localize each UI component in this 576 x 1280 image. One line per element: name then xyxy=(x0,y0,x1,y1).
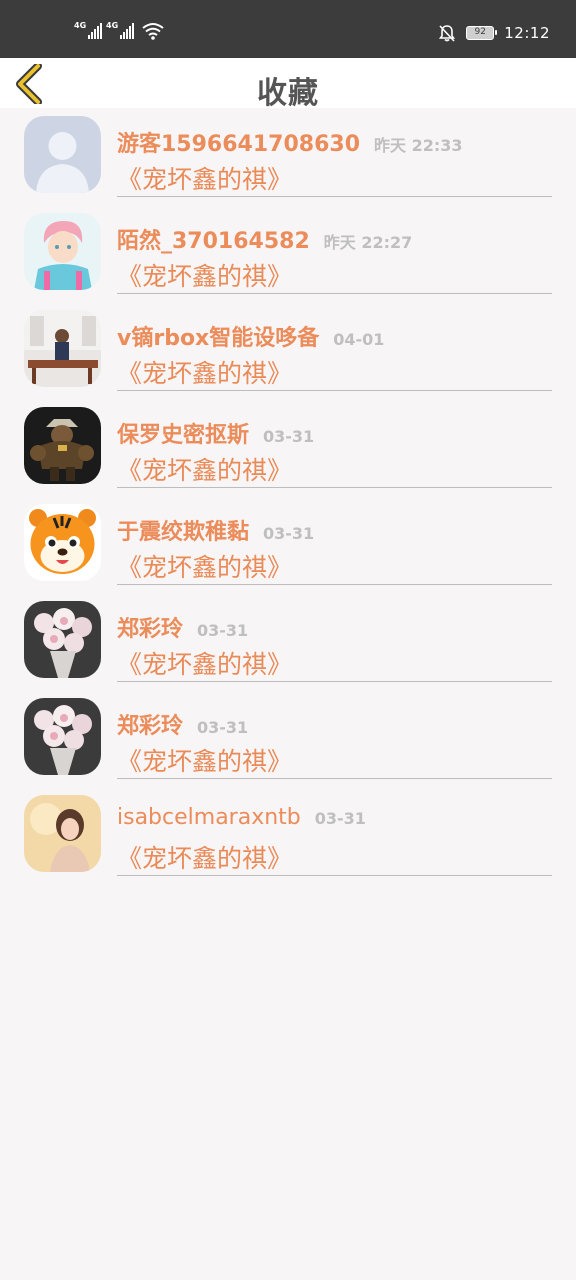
network-type-label: 4G xyxy=(106,21,119,30)
notifications-off-icon xyxy=(439,25,456,42)
avatar[interactable] xyxy=(24,310,101,387)
status-time: 12:12 xyxy=(504,24,550,42)
status-right: 92 12:12 xyxy=(438,24,550,42)
favorites-list: 游客1596641708630 昨天 22:33 《宠坏鑫的祺》 陌然_3701… xyxy=(0,108,576,884)
avatar[interactable] xyxy=(24,795,101,872)
divider xyxy=(117,778,552,779)
timestamp: 昨天 22:33 xyxy=(374,136,463,155)
timestamp: 03-31 xyxy=(263,427,315,446)
battery-indicator: 92 xyxy=(466,26,498,40)
status-bar: 4G 4G 92 12:12 xyxy=(0,0,576,58)
user-name: 于震绞欺稚黏 xyxy=(117,520,250,545)
avatar[interactable] xyxy=(24,407,101,484)
timestamp: 03-31 xyxy=(197,621,249,640)
list-item[interactable]: 游客1596641708630 昨天 22:33 《宠坏鑫的祺》 xyxy=(0,108,576,205)
list-item[interactable]: isabcelmaraxntb 03-31 《宠坏鑫的祺》 xyxy=(0,787,576,884)
user-name: 陌然_370164582 xyxy=(117,229,310,254)
timestamp: 04-01 xyxy=(333,330,385,349)
user-name: 游客1596641708630 xyxy=(117,132,360,157)
tiger-avatar-icon xyxy=(24,504,101,581)
list-item[interactable]: 陌然_370164582 昨天 22:27 《宠坏鑫的祺》 xyxy=(0,205,576,302)
room-photo-avatar-icon xyxy=(24,310,101,387)
signal-icon: 4G xyxy=(74,21,102,39)
network-type-label: 4G xyxy=(74,21,87,30)
divider xyxy=(117,390,552,391)
user-name: 郑彩玲 xyxy=(117,714,184,739)
list-item[interactable]: 郑彩玲 03-31 《宠坏鑫的祺》 xyxy=(0,593,576,690)
timestamp: 03-31 xyxy=(314,809,366,828)
default-person-icon xyxy=(24,116,101,193)
divider xyxy=(117,875,552,876)
divider xyxy=(117,293,552,294)
status-left: 4G 4G xyxy=(74,21,164,40)
avatar[interactable] xyxy=(24,213,101,290)
user-name: 保罗史密抠斯 xyxy=(117,423,250,448)
divider xyxy=(117,196,552,197)
user-name: isabcelmaraxntb xyxy=(117,805,301,830)
timestamp: 03-31 xyxy=(263,524,315,543)
flowers-avatar-icon xyxy=(24,698,101,775)
book-title: 《宠坏鑫的祺》 xyxy=(117,650,293,679)
girl-photo-avatar-icon xyxy=(24,795,101,872)
list-item[interactable]: 保罗史密抠斯 03-31 《宠坏鑫的祺》 xyxy=(0,399,576,496)
divider xyxy=(117,487,552,488)
avatar[interactable] xyxy=(24,116,101,193)
list-item[interactable]: 郑彩玲 03-31 《宠坏鑫的祺》 xyxy=(0,690,576,787)
user-name: 郑彩玲 xyxy=(117,617,184,642)
avatar[interactable] xyxy=(24,601,101,678)
book-title: 《宠坏鑫的祺》 xyxy=(117,165,293,194)
avatar[interactable] xyxy=(24,504,101,581)
divider xyxy=(117,584,552,585)
timestamp: 03-31 xyxy=(197,718,249,737)
header: 收藏 xyxy=(0,58,576,111)
book-title: 《宠坏鑫的祺》 xyxy=(117,456,293,485)
book-title: 《宠坏鑫的祺》 xyxy=(117,359,293,388)
signal-icon: 4G xyxy=(106,21,134,39)
book-title: 《宠坏鑫的祺》 xyxy=(117,747,293,776)
divider xyxy=(117,681,552,682)
book-title: 《宠坏鑫的祺》 xyxy=(117,262,293,291)
wifi-icon xyxy=(142,23,164,40)
avatar[interactable] xyxy=(24,698,101,775)
book-title: 《宠坏鑫的祺》 xyxy=(117,553,293,582)
user-name: v镝rbox智能设哆备 xyxy=(117,326,320,351)
page-title: 收藏 xyxy=(257,76,319,111)
list-item[interactable]: v镝rbox智能设哆备 04-01 《宠坏鑫的祺》 xyxy=(0,302,576,399)
anime-boy-avatar-icon xyxy=(24,213,101,290)
game-character-avatar-icon xyxy=(24,407,101,484)
flowers-avatar-icon xyxy=(24,601,101,678)
book-title: 《宠坏鑫的祺》 xyxy=(117,844,293,873)
list-item[interactable]: 于震绞欺稚黏 03-31 《宠坏鑫的祺》 xyxy=(0,496,576,593)
timestamp: 昨天 22:27 xyxy=(323,233,413,252)
